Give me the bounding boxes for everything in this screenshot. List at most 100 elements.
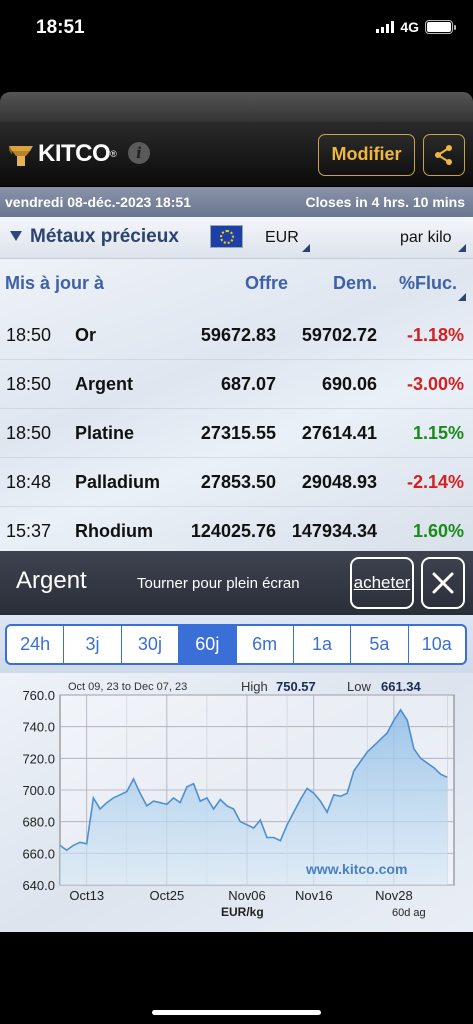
chart-metal-title: Argent	[16, 567, 87, 594]
row-offer: 27853.50	[200, 472, 276, 492]
x-tick-label: Nov06	[228, 888, 266, 903]
disclosure-triangle-icon[interactable]	[10, 231, 22, 241]
rotate-hint: Tourner pour plein écran	[137, 575, 300, 592]
row-change: -1.18%	[406, 325, 464, 345]
current-datetime: vendredi 08-déc.-2023 18:51	[5, 194, 191, 210]
table-row[interactable]: 18:48 Palladium 27853.50 29048.93 -2.14%	[0, 458, 473, 507]
app-header: KITCO ® i Modifier	[0, 122, 473, 186]
status-bar: 18:51 4G	[0, 0, 473, 58]
tab-30j[interactable]: 30j	[122, 626, 180, 663]
tab-5a[interactable]: 5a	[351, 626, 409, 663]
sheet-grabber-area	[0, 92, 473, 122]
row-offer: 27315.55	[200, 423, 276, 443]
currency-dropdown-icon	[302, 244, 310, 252]
network-type: 4G	[400, 19, 419, 35]
row-offer: 124025.76	[190, 521, 276, 541]
chart-low-value: 661.34	[381, 679, 422, 694]
info-button[interactable]: i	[128, 142, 150, 164]
x-tick-label: Nov28	[375, 888, 413, 903]
tab-3j[interactable]: 3j	[64, 626, 122, 663]
share-icon	[435, 145, 452, 165]
tab-6m[interactable]: 6m	[237, 626, 294, 663]
row-ask: 147934.34	[291, 521, 377, 541]
table-row[interactable]: 18:50 Platine 27315.55 27614.41 1.15%	[0, 409, 473, 458]
y-tick-label: 700.0	[22, 783, 55, 798]
row-ask: 690.06	[321, 374, 377, 394]
category-selector[interactable]: Métaux précieux	[30, 226, 179, 248]
prices-table: Mis à jour à Offre Dem. %Fluc. 18:50 Or …	[0, 259, 473, 551]
signal-icon	[376, 21, 395, 33]
row-ask: 59702.72	[301, 325, 377, 345]
chart-date-range: Oct 09, 23 to Dec 07, 23	[68, 681, 187, 693]
period-selector: 24h 3j 30j 60j 6m 1a 5a 10a	[0, 615, 473, 673]
chart-y-unit: EUR/kg	[221, 905, 264, 919]
tab-60j[interactable]: 60j	[179, 626, 237, 663]
x-tick-label: Nov16	[295, 888, 333, 903]
row-time: 18:50	[6, 423, 52, 443]
market-close-countdown: Closes in 4 hrs. 10 mins	[305, 194, 465, 210]
row-time: 18:48	[6, 472, 52, 492]
table-row[interactable]: 15:37 Rhodium 124025.76 147934.34 1.60%	[0, 507, 473, 556]
header-offer[interactable]: Offre	[245, 273, 288, 294]
tab-24h[interactable]: 24h	[7, 626, 65, 663]
chart-high-label: High	[241, 679, 268, 694]
header-ask[interactable]: Dem.	[333, 273, 377, 294]
header-change[interactable]: %Fluc.	[399, 273, 457, 294]
chart-panel-header: Argent Tourner pour plein écran acheter	[0, 551, 473, 615]
close-icon	[432, 572, 454, 594]
y-tick-label: 740.0	[22, 720, 55, 735]
status-time: 18:51	[36, 17, 85, 38]
eu-flag-icon[interactable]	[210, 225, 243, 248]
selector-row: Métaux précieux EUR par kilo	[0, 217, 473, 259]
unit-selector[interactable]: par kilo	[400, 229, 452, 247]
kitco-logo-icon	[9, 146, 33, 166]
x-tick-label: Oct13	[69, 888, 104, 903]
chart-high-value: 750.57	[276, 679, 316, 694]
currency-selector[interactable]: EUR	[265, 229, 299, 247]
unit-dropdown-icon	[458, 244, 466, 252]
header-updated-at[interactable]: Mis à jour à	[5, 273, 104, 294]
row-metal: Argent	[75, 374, 133, 394]
date-bar: vendredi 08-déc.-2023 18:51 Closes in 4 …	[0, 187, 473, 217]
tab-10a[interactable]: 10a	[409, 626, 465, 663]
row-metal: Palladium	[75, 472, 161, 492]
row-ask: 27614.41	[301, 423, 377, 443]
tab-1a[interactable]: 1a	[294, 626, 352, 663]
row-ask: 29048.93	[301, 472, 377, 492]
row-offer: 687.07	[220, 374, 276, 394]
row-change: 1.15%	[412, 423, 464, 443]
row-change: 1.60%	[412, 521, 464, 541]
row-offer: 59672.83	[200, 325, 276, 345]
chart-period-label: 60d ag	[392, 907, 426, 919]
row-change: -3.00%	[406, 374, 464, 394]
row-time: 18:50	[6, 374, 52, 394]
chart-low-label: Low	[347, 679, 371, 694]
brand-name: KITCO	[38, 140, 111, 167]
home-indicator[interactable]	[152, 1010, 321, 1015]
kitco-logo: KITCO ®	[8, 140, 117, 168]
row-change: -2.14%	[406, 472, 464, 492]
buy-button[interactable]: acheter	[350, 557, 414, 609]
x-tick-label: Oct25	[150, 888, 185, 903]
status-indicators: 4G	[376, 19, 456, 35]
share-button[interactable]	[423, 134, 465, 176]
price-chart-svg: 760.0 740.0 720.0 700.0 680.0 660.0 640.0 Oct1…	[22, 679, 455, 919]
y-tick-label: 640.0	[22, 878, 55, 893]
y-tick-label: 720.0	[22, 751, 55, 766]
chart-watermark: www.kitco.com	[305, 861, 407, 877]
y-tick-label: 680.0	[22, 815, 55, 830]
table-row[interactable]: 18:50 Or 59672.83 59702.72 -1.18%	[0, 311, 473, 360]
y-tick-label: 660.0	[22, 846, 55, 861]
modify-button[interactable]: Modifier	[318, 134, 415, 176]
row-metal: Rhodium	[75, 521, 153, 541]
row-metal: Platine	[75, 423, 135, 443]
price-chart[interactable]: 760.0 740.0 720.0 700.0 680.0 660.0 640.0 Oct1…	[0, 673, 473, 932]
y-tick-label: 760.0	[22, 688, 55, 703]
battery-icon	[425, 20, 456, 34]
row-metal: Or	[75, 325, 97, 345]
row-time: 15:37	[6, 521, 52, 541]
table-row[interactable]: 18:50 Argent 687.07 690.06 -3.00%	[0, 360, 473, 409]
row-time: 18:50	[6, 325, 52, 345]
close-button[interactable]	[421, 557, 465, 609]
registered-mark: ®	[110, 149, 117, 159]
